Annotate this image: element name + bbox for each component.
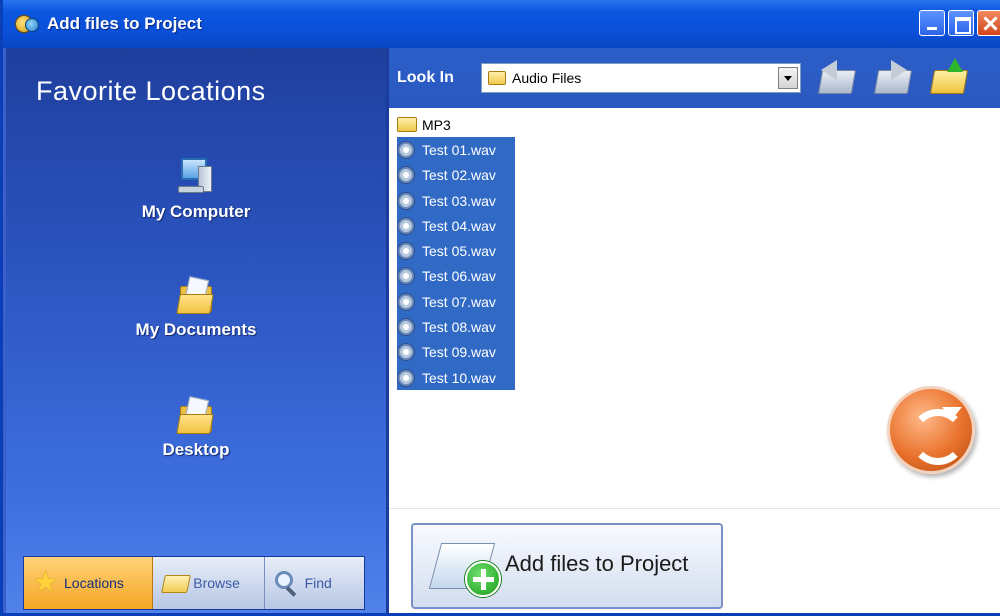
audio-file-icon bbox=[397, 292, 415, 311]
file-name: Test 06.wav bbox=[422, 268, 496, 285]
folder-icon bbox=[161, 569, 192, 597]
documents-folder-icon bbox=[176, 276, 214, 316]
audio-file-icon bbox=[397, 267, 415, 286]
location-my-documents[interactable]: My Documents bbox=[6, 276, 386, 340]
audio-file-icon bbox=[397, 368, 415, 387]
file-name: Test 10.wav bbox=[422, 369, 496, 386]
audio-file-icon bbox=[397, 318, 415, 337]
list-item[interactable]: Test 02.wav bbox=[397, 162, 515, 188]
folder-icon bbox=[397, 117, 417, 133]
star-icon: ★ bbox=[32, 566, 59, 599]
location-label: Desktop bbox=[162, 440, 230, 459]
audio-file-icon bbox=[397, 166, 415, 185]
location-my-computer[interactable]: My Computer bbox=[6, 158, 386, 222]
file-name: Test 01.wav bbox=[422, 141, 496, 158]
tab-label: Find bbox=[304, 575, 332, 591]
file-name: Test 08.wav bbox=[422, 319, 496, 336]
plus-icon bbox=[465, 561, 501, 597]
up-folder-icon[interactable] bbox=[929, 58, 969, 98]
audio-file-icon bbox=[397, 191, 415, 210]
look-in-label: Look In bbox=[397, 69, 454, 86]
window-title: Add files to Project bbox=[47, 14, 202, 33]
desktop-folder-icon bbox=[176, 396, 214, 436]
maximize-button[interactable] bbox=[948, 10, 974, 36]
file-list: MP3 Test 01.wav Test 02.wav Test 03.wav … bbox=[397, 112, 957, 507]
panel-tabs: ★ Locations Browse Find bbox=[23, 556, 365, 610]
list-item[interactable]: Test 08.wav bbox=[397, 314, 515, 340]
minimize-button[interactable] bbox=[919, 10, 945, 36]
list-item[interactable]: Test 03.wav bbox=[397, 187, 515, 214]
action-bar: Add files to Project bbox=[389, 508, 1000, 613]
file-name: Test 09.wav bbox=[422, 344, 496, 361]
favorite-locations-heading: Favorite Locations bbox=[36, 76, 266, 106]
list-item[interactable]: Test 09.wav bbox=[397, 339, 515, 365]
list-item[interactable]: Test 01.wav bbox=[397, 137, 515, 163]
audio-file-icon bbox=[397, 242, 415, 261]
folder-icon bbox=[488, 71, 506, 85]
app-icon bbox=[15, 12, 39, 36]
chevron-down-icon[interactable] bbox=[778, 67, 798, 89]
list-item[interactable]: Test 05.wav bbox=[397, 238, 515, 264]
audio-file-icon bbox=[397, 216, 415, 235]
file-name: Test 07.wav bbox=[422, 293, 496, 310]
look-in-value: Audio Files bbox=[512, 70, 582, 86]
tab-label: Browse bbox=[193, 575, 240, 591]
list-item[interactable]: MP3 bbox=[397, 112, 957, 137]
file-name: Test 04.wav bbox=[422, 217, 496, 234]
magnifier-icon bbox=[273, 569, 301, 597]
location-desktop[interactable]: Desktop bbox=[6, 396, 386, 460]
look-in-dropdown[interactable]: Audio Files bbox=[481, 63, 801, 93]
refresh-icon[interactable] bbox=[887, 386, 975, 474]
tab-browse[interactable]: Browse bbox=[153, 557, 265, 609]
look-in-toolbar: Look In Audio Files bbox=[389, 48, 1000, 108]
list-item[interactable]: Test 04.wav bbox=[397, 213, 515, 239]
add-files-window: Add files to Project Favorite Locations … bbox=[0, 0, 1000, 616]
back-icon[interactable] bbox=[817, 58, 857, 98]
close-button[interactable] bbox=[977, 10, 1000, 36]
title-bar[interactable]: Add files to Project bbox=[3, 0, 1000, 48]
location-label: My Documents bbox=[135, 320, 257, 339]
tab-label: Locations bbox=[64, 575, 124, 591]
list-item[interactable]: Test 07.wav bbox=[397, 289, 515, 315]
file-name: Test 05.wav bbox=[422, 243, 496, 260]
computer-icon bbox=[178, 158, 214, 198]
file-browser-panel: Look In Audio Files MP3 Test 01.wav Test… bbox=[386, 48, 1000, 613]
list-item[interactable]: Test 06.wav bbox=[397, 263, 515, 290]
tab-locations[interactable]: ★ Locations bbox=[24, 557, 154, 609]
list-item[interactable]: Test 10.wav bbox=[397, 364, 515, 391]
file-name: MP3 bbox=[422, 116, 451, 133]
tab-find[interactable]: Find bbox=[264, 557, 364, 609]
forward-icon[interactable] bbox=[873, 58, 913, 98]
file-name: Test 03.wav bbox=[422, 192, 496, 209]
add-files-button-label: Add files to Project bbox=[505, 551, 689, 576]
favorite-locations-panel: Favorite Locations My Computer My Docume… bbox=[6, 48, 386, 613]
audio-file-icon bbox=[397, 140, 415, 159]
audio-file-icon bbox=[397, 343, 415, 362]
file-name: Test 02.wav bbox=[422, 167, 496, 184]
add-files-button[interactable]: Add files to Project bbox=[411, 523, 723, 609]
location-label: My Computer bbox=[141, 202, 251, 221]
